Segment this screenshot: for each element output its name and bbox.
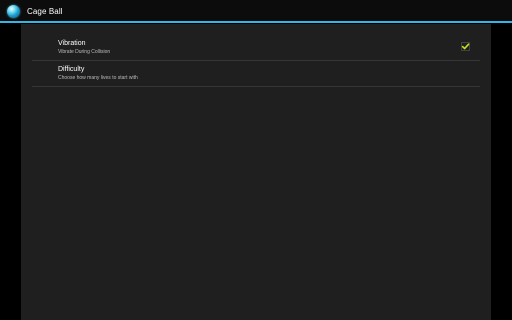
ball-app-icon[interactable] bbox=[7, 4, 20, 18]
preferences-panel: Vibration Vibrate During Collision Diffi… bbox=[21, 24, 491, 320]
action-bar: Cage Ball bbox=[0, 0, 512, 22]
vibration-preference[interactable]: Vibration Vibrate During Collision bbox=[32, 35, 480, 61]
preference-list: Vibration Vibrate During Collision Diffi… bbox=[32, 35, 480, 87]
difficulty-summary: Choose how many lives to start with bbox=[58, 75, 138, 81]
action-bar-divider bbox=[0, 21, 512, 23]
checkmark-icon[interactable] bbox=[461, 42, 470, 51]
difficulty-title: Difficulty bbox=[58, 66, 85, 73]
app-title: Cage Ball bbox=[27, 6, 63, 16]
vibration-title: Vibration bbox=[58, 40, 86, 47]
difficulty-preference[interactable]: Difficulty Choose how many lives to star… bbox=[32, 61, 480, 87]
settings-screen: Cage Ball Vibration Vibrate During Colli… bbox=[0, 0, 512, 320]
vibration-summary: Vibrate During Collision bbox=[58, 49, 111, 55]
